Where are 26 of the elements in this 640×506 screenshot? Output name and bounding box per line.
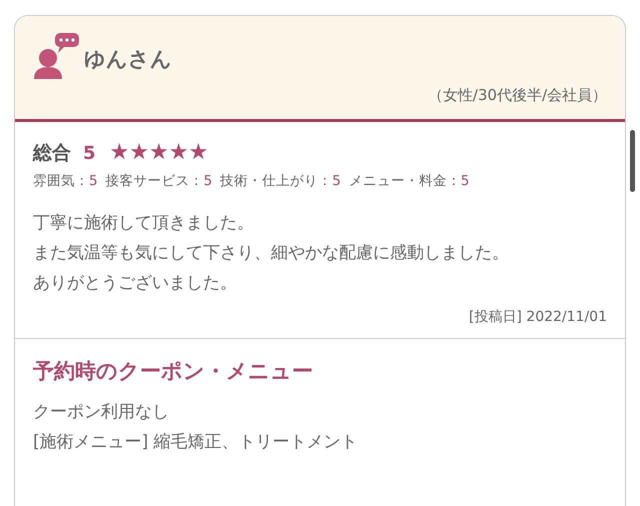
star-icon: ★: [188, 142, 208, 164]
rating-value: 5: [204, 173, 212, 189]
reviewer-name: ゆんさん: [84, 46, 172, 73]
posted-date: [投稿日] 2022/11/01: [468, 309, 607, 325]
comment-text: 丁寧に施術して頂きました。: [33, 212, 255, 235]
rating-value: 5: [332, 173, 341, 189]
comment-text: また気温等も気にして下さり、細やかな配慮に感動しました。: [33, 242, 510, 265]
section-title: 予約時のクーポン・メニュー: [33, 358, 314, 385]
coupon-text: [施術メニュー] 縮毛矯正、トリートメント: [33, 431, 359, 454]
coupon-text: クーポン利用なし: [33, 401, 170, 424]
rating-label: 雰囲気：: [33, 173, 89, 189]
star-icon: ★: [110, 142, 130, 164]
comment-text: ありがとうございました。: [33, 272, 238, 295]
rating-label: 技術・仕上がり：: [220, 173, 332, 189]
rating-value: 5: [89, 173, 98, 189]
overall-score: 5: [83, 142, 96, 164]
star-icon: ★: [129, 142, 149, 164]
reviewer-details: （女性/30代後半/会社員）: [426, 86, 607, 105]
rating-value: 5: [460, 173, 470, 189]
overall-label: 総合: [33, 141, 71, 166]
scrollbar[interactable]: [630, 130, 635, 192]
rating-label: 接客サービス：: [106, 173, 204, 189]
rating-label: メニュー・料金：: [348, 173, 461, 189]
star-icon: ★: [168, 142, 188, 164]
user-comment-icon: [32, 32, 82, 82]
star-icon: ★: [149, 142, 169, 164]
